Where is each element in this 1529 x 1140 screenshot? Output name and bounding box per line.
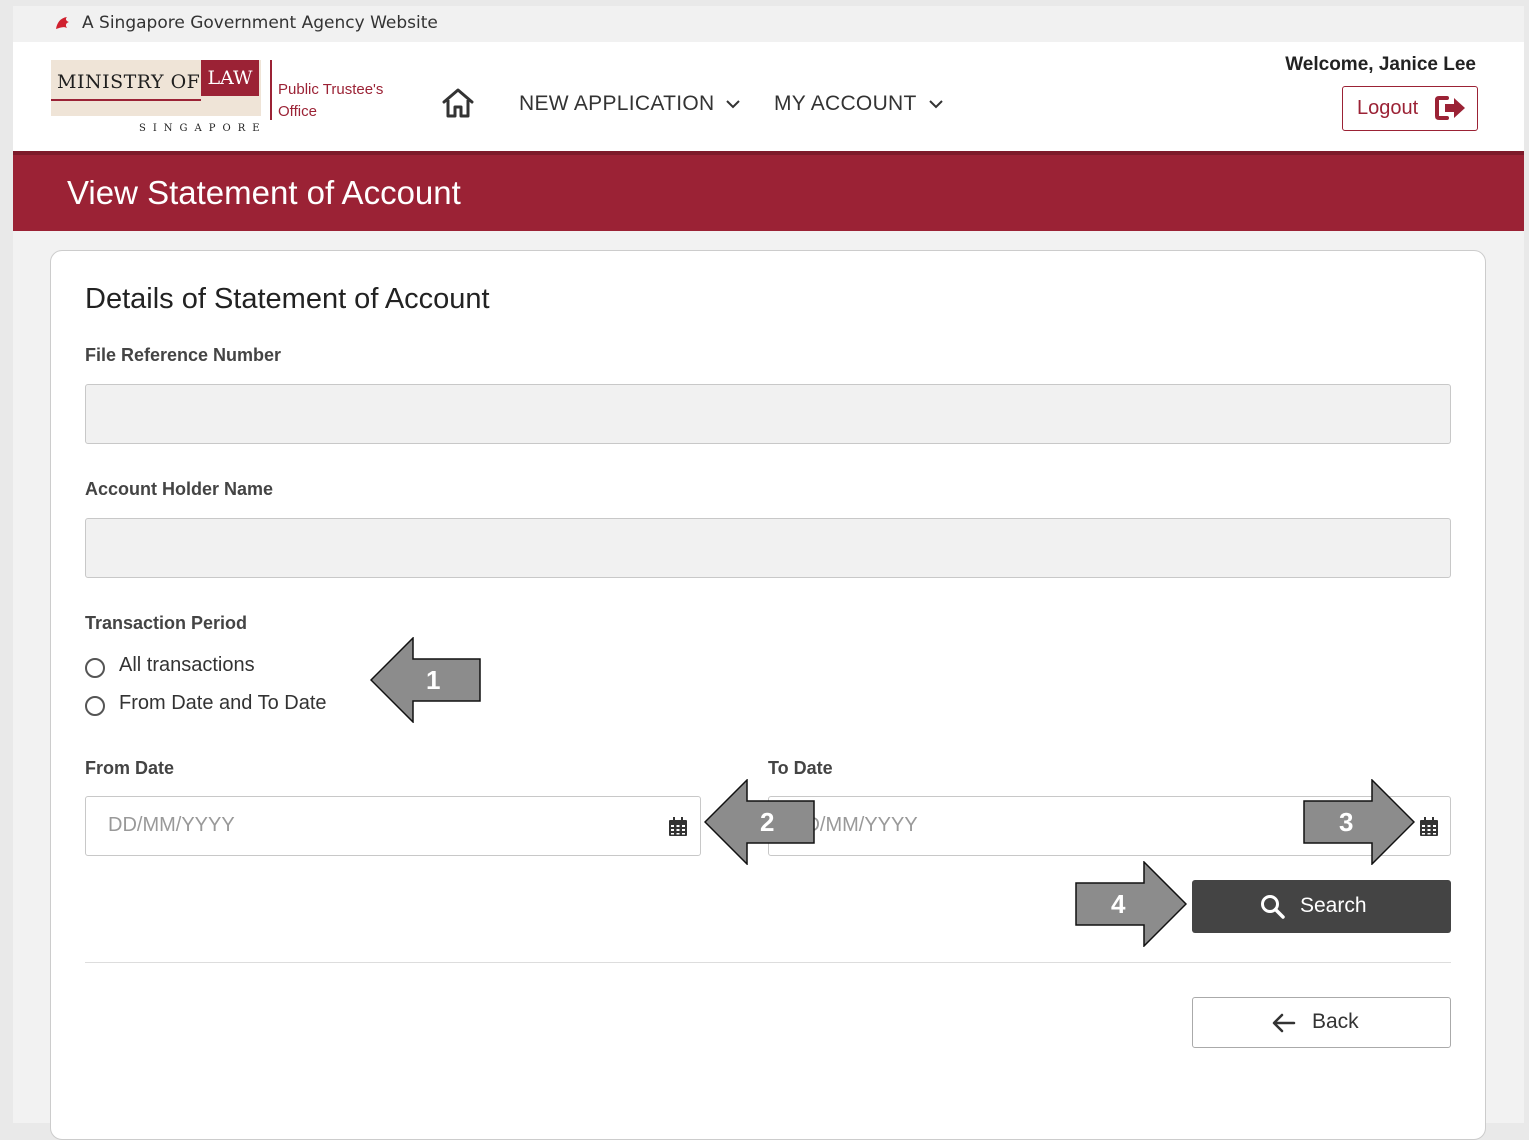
page-banner: View Statement of Account bbox=[13, 151, 1524, 231]
gov-banner-text: A Singapore Government Agency Website bbox=[82, 13, 438, 33]
logo-country-text: SINGAPORE bbox=[139, 123, 267, 134]
account-holder-label: Account Holder Name bbox=[85, 479, 274, 499]
from-date-field[interactable] bbox=[85, 796, 701, 856]
callout-arrow-3: 3 bbox=[1303, 778, 1416, 869]
account-holder-field bbox=[85, 518, 1451, 578]
divider bbox=[85, 962, 1451, 963]
gov-banner: A Singapore Government Agency Website bbox=[13, 6, 1524, 42]
calendar-icon[interactable] bbox=[668, 817, 688, 837]
arrow-left-icon bbox=[1272, 1013, 1296, 1033]
page: A Singapore Government Agency Website MI… bbox=[13, 6, 1524, 1140]
search-button[interactable]: Search bbox=[1192, 880, 1451, 933]
lion-head-icon bbox=[56, 17, 69, 29]
nav-new-application[interactable]: NEW APPLICATION bbox=[519, 92, 741, 116]
logo-ministry-text: MINISTRY OF bbox=[57, 71, 201, 93]
to-date-label: To Date bbox=[768, 758, 833, 778]
file-reference-field bbox=[85, 384, 1451, 444]
welcome-text: Welcome, Janice Lee bbox=[1285, 54, 1476, 75]
to-date-input[interactable] bbox=[789, 813, 1093, 838]
from-date-label: From Date bbox=[85, 758, 175, 778]
callout-number: 2 bbox=[760, 807, 775, 837]
callout-number: 3 bbox=[1339, 807, 1354, 837]
calendar-icon[interactable] bbox=[1419, 817, 1439, 837]
site-header: MINISTRY OF LAW SINGAPORE Public Trustee… bbox=[13, 42, 1524, 151]
transaction-period-label: Transaction Period bbox=[85, 613, 248, 633]
logo-law-text: LAW bbox=[201, 60, 259, 96]
card-heading: Details of Statement of Account bbox=[85, 283, 490, 315]
statement-card: Details of Statement of Account File Ref… bbox=[50, 250, 1486, 1140]
radio-button[interactable] bbox=[85, 658, 105, 678]
chevron-down-icon bbox=[726, 96, 741, 112]
home-icon[interactable] bbox=[441, 86, 475, 120]
callout-number: 1 bbox=[426, 665, 441, 695]
back-button[interactable]: Back bbox=[1192, 997, 1451, 1048]
nav-my-account[interactable]: MY ACCOUNT bbox=[774, 92, 943, 116]
chevron-down-icon bbox=[928, 96, 943, 112]
ministry-of-law-logo[interactable]: MINISTRY OF LAW SINGAPORE Public Trustee… bbox=[51, 57, 401, 137]
sign-out-icon bbox=[1435, 96, 1465, 120]
callout-number: 4 bbox=[1111, 889, 1126, 919]
file-reference-label: File Reference Number bbox=[85, 345, 282, 365]
radio-button[interactable] bbox=[85, 696, 105, 716]
search-icon bbox=[1261, 895, 1285, 919]
callout-arrow-2: 2 bbox=[703, 778, 816, 869]
callout-arrow-1: 1 bbox=[369, 636, 482, 727]
from-date-input[interactable] bbox=[106, 813, 410, 838]
logo-office-text: Public Trustee's Office bbox=[278, 81, 384, 120]
logout-button[interactable]: Logout bbox=[1342, 86, 1478, 131]
callout-arrow-4: 4 bbox=[1075, 860, 1188, 951]
page-title: View Statement of Account bbox=[67, 174, 461, 211]
